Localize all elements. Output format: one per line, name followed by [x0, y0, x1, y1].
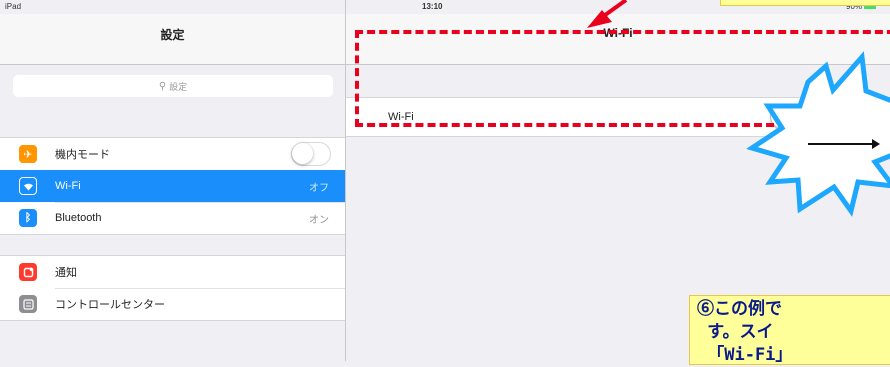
annotation-note-text: ⑥この例で す。スイ 「Wi-Fi」	[697, 299, 793, 365]
